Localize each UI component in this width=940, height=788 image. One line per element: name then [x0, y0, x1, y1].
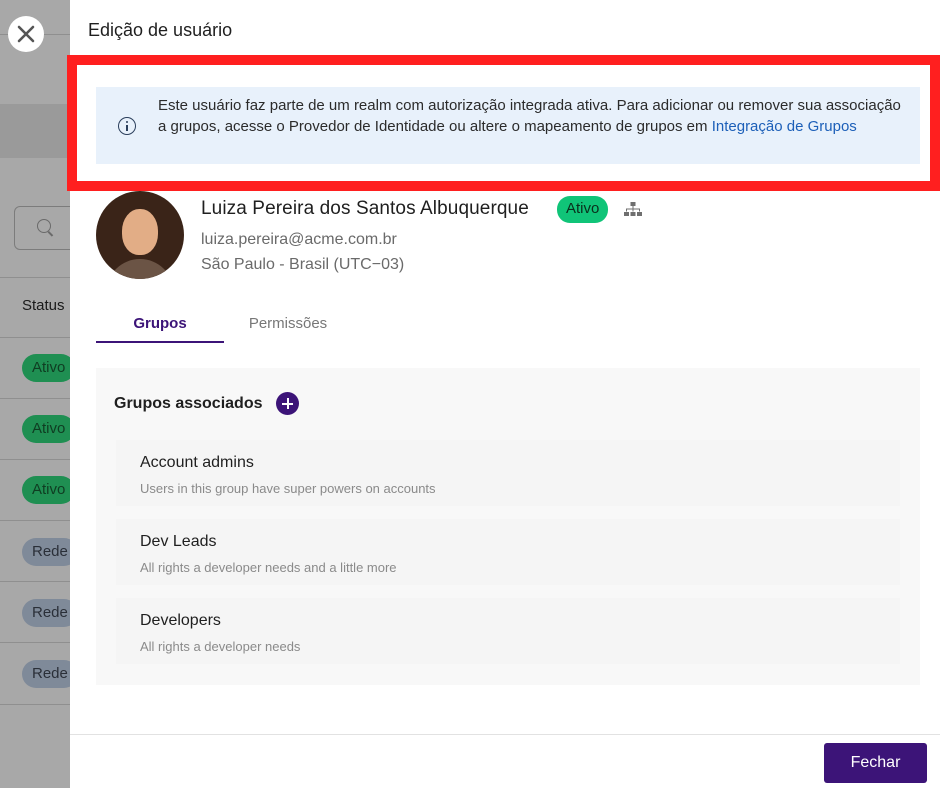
user-location: São Paulo - Brasil (UTC−03): [201, 256, 405, 273]
group-item-dev-leads[interactable]: Dev Leads All rights a developer needs a…: [116, 519, 900, 585]
close-drawer-button[interactable]: [8, 16, 44, 52]
group-name: Dev Leads: [140, 533, 217, 550]
user-edit-drawer: Edição de usuário Este usuário faz parte…: [67, 0, 940, 788]
divider: [0, 398, 70, 399]
avatar-shoulders: [106, 259, 174, 279]
background-list: Status Ativo Ativo Ativo Rede Rede Rede: [0, 0, 70, 788]
divider: [0, 337, 70, 338]
avatar-face: [122, 209, 158, 255]
avatar: [96, 191, 184, 279]
close-button[interactable]: Fechar: [824, 743, 927, 783]
search-icon: [37, 219, 51, 233]
user-name: Luiza Pereira dos Santos Albuquerque: [201, 198, 529, 219]
group-name: Account admins: [140, 454, 254, 471]
drawer-title: Edição de usuário: [88, 20, 233, 40]
background-status-pill: Ativo: [22, 415, 70, 443]
user-email: luiza.pereira@acme.com.br: [201, 231, 397, 248]
background-band: [0, 104, 70, 158]
close-icon: [17, 25, 35, 43]
highlight-box: [67, 55, 940, 191]
group-description: All rights a developer needs and a littl…: [140, 560, 397, 575]
divider: [0, 277, 70, 278]
groups-panel: Grupos associados Account admins Users i…: [96, 368, 920, 685]
add-group-button[interactable]: [276, 392, 299, 415]
status-column-header: Status: [22, 297, 65, 314]
background-status-pill: Rede: [22, 660, 70, 688]
tab-bar: Grupos Permissões: [96, 310, 352, 343]
background-status-pill: Rede: [22, 599, 70, 627]
divider: [0, 581, 70, 582]
group-description: Users in this group have super powers on…: [140, 481, 436, 496]
status-badge: Ativo: [557, 196, 609, 223]
org-chart-icon[interactable]: [624, 201, 642, 218]
group-item-developers[interactable]: Developers All rights a developer needs: [116, 598, 900, 664]
group-name: Developers: [140, 612, 221, 629]
divider: [0, 459, 70, 460]
groups-title: Grupos associados: [114, 395, 263, 412]
group-item-account-admins[interactable]: Account admins Users in this group have …: [116, 440, 900, 506]
divider: [0, 520, 70, 521]
footer-divider: [70, 734, 940, 735]
divider: [0, 642, 70, 643]
tab-permissions[interactable]: Permissões: [224, 310, 352, 343]
tab-groups[interactable]: Grupos: [96, 310, 224, 343]
background-status-pill: Rede: [22, 538, 70, 566]
group-description: All rights a developer needs: [140, 639, 301, 654]
background-status-pill: Ativo: [22, 476, 70, 504]
background-search-field: [14, 206, 70, 250]
divider: [0, 704, 70, 705]
background-status-pill: Ativo: [22, 354, 70, 382]
